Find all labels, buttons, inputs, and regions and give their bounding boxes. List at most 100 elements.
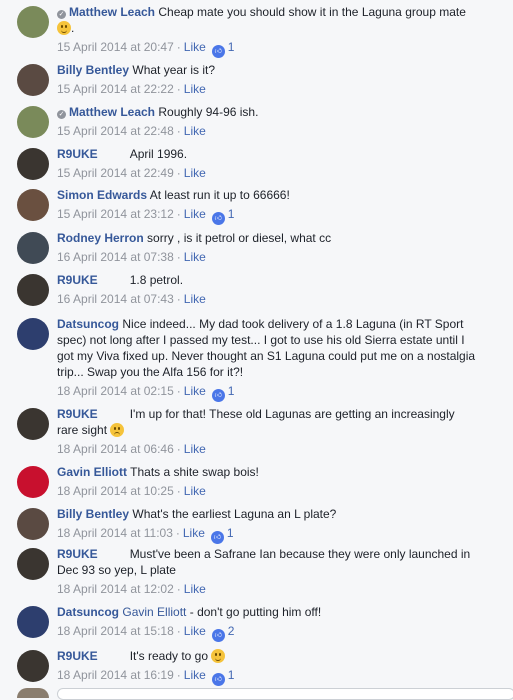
like-count[interactable]: 1 xyxy=(228,668,235,682)
like-button[interactable]: Like xyxy=(184,624,206,638)
commenter-avatar[interactable] xyxy=(17,106,49,138)
like-button[interactable]: Like xyxy=(184,484,206,498)
commenter-avatar[interactable] xyxy=(17,189,49,221)
comment-timestamp[interactable]: 15 April 2014 at 22:49 xyxy=(57,166,174,180)
comment-timestamp[interactable]: 16 April 2014 at 07:38 xyxy=(57,250,174,264)
separator-dot: · xyxy=(176,166,181,180)
like-count[interactable]: 1 xyxy=(228,207,235,221)
like-button[interactable]: Like xyxy=(184,124,206,138)
like-button[interactable]: Like xyxy=(184,207,206,221)
like-button[interactable]: Like xyxy=(184,40,206,54)
comment-meta: 16 April 2014 at 07:38 · Like xyxy=(57,250,477,264)
verified-icon: ✓ xyxy=(57,10,66,19)
thumbs-up-icon[interactable]: 👍︎ xyxy=(211,629,225,642)
smile-emoji-icon xyxy=(211,649,226,663)
commenter-name[interactable]: Rodney Herron xyxy=(57,231,144,245)
commenter-name[interactable]: Simon Edwards xyxy=(57,188,147,202)
like-button[interactable]: Like xyxy=(184,292,206,306)
commenter-avatar[interactable] xyxy=(17,318,49,350)
commenter-avatar[interactable] xyxy=(17,6,49,38)
comment-timestamp[interactable]: 18 April 2014 at 12:02 xyxy=(57,582,174,596)
commenter-avatar[interactable] xyxy=(17,466,49,498)
comment-meta: 18 April 2014 at 12:02 · Like xyxy=(57,582,477,596)
commenter-name[interactable]: Datsuncog xyxy=(57,317,119,331)
comment-timestamp[interactable]: 15 April 2014 at 23:12 xyxy=(57,207,174,221)
comment-body: Datsuncog Gavin Elliott - don't go putti… xyxy=(57,604,477,642)
thumbs-up-icon[interactable]: 👍︎ xyxy=(210,531,224,544)
comment-meta: 15 April 2014 at 22:22 · Like xyxy=(57,82,477,96)
commenter-avatar[interactable] xyxy=(17,408,49,440)
comment-text: Nice indeed... My dad took delivery of a… xyxy=(57,317,476,379)
like-button[interactable]: Like xyxy=(184,166,206,180)
comment-text: Thats a shite swap bois! xyxy=(130,465,259,479)
commenter-name[interactable]: Matthew Leach xyxy=(69,105,155,119)
commenter-avatar[interactable] xyxy=(17,148,49,180)
thumbs-up-icon[interactable]: 👍︎ xyxy=(211,673,225,686)
commenter-avatar[interactable] xyxy=(17,650,49,682)
like-button[interactable]: Like xyxy=(184,442,206,456)
comment-text: sorry , is it petrol or diesel, what cc xyxy=(147,231,332,245)
like-button[interactable]: Like xyxy=(184,82,206,96)
comment-meta: 15 April 2014 at 20:47 · Like 👍︎ 1 xyxy=(57,40,477,58)
thumbs-up-icon[interactable]: 👍︎ xyxy=(211,212,225,225)
tagged-person-link[interactable]: Gavin Elliott xyxy=(122,605,186,619)
comment-text-block: Billy Bentley What year is it? xyxy=(57,62,477,78)
commenter-name[interactable]: Gavin Elliott xyxy=(57,465,127,479)
comment-text-block: Rodney Herron sorry , is it petrol or di… xyxy=(57,230,477,246)
comment-text: At least run it up to 66666! xyxy=(149,188,290,202)
separator-dot: · xyxy=(175,526,180,540)
comment-text: Cheap mate you should show it in the Lag… xyxy=(158,5,466,19)
like-button[interactable]: Like xyxy=(184,582,206,596)
comment-timestamp[interactable]: 15 April 2014 at 22:48 xyxy=(57,124,174,138)
commenter-name[interactable]: R9UKE xyxy=(57,147,98,161)
commenter-name[interactable]: R9UKE xyxy=(57,407,98,421)
thumbs-up-icon[interactable]: 👍︎ xyxy=(211,45,225,58)
like-count[interactable]: 1 xyxy=(228,384,235,398)
comment-text: April 1996. xyxy=(129,147,188,161)
commenter-avatar[interactable] xyxy=(17,64,49,96)
commenter-name[interactable]: Billy Bentley xyxy=(57,507,129,521)
comment-timestamp[interactable]: 18 April 2014 at 10:25 xyxy=(57,484,174,498)
comment-timestamp[interactable]: 15 April 2014 at 20:47 xyxy=(57,40,174,54)
commenter-avatar[interactable] xyxy=(17,548,49,580)
commenter-name[interactable]: Billy Bentley xyxy=(57,63,129,77)
commenter-avatar[interactable] xyxy=(17,232,49,264)
separator-dot: · xyxy=(176,207,181,221)
commenter-name[interactable]: R9UKE xyxy=(57,649,98,663)
comment-text-block: Datsuncog Nice indeed... My dad took del… xyxy=(57,316,477,380)
separator-dot: · xyxy=(176,582,181,596)
like-count[interactable]: 2 xyxy=(228,624,235,638)
like-button[interactable]: Like xyxy=(184,250,206,264)
comment-timestamp[interactable]: 18 April 2014 at 16:19 xyxy=(57,668,174,682)
separator-dot: · xyxy=(176,40,181,54)
comment-text-block: Billy Bentley What's the earliest Laguna… xyxy=(57,506,477,522)
comment-timestamp[interactable]: 18 April 2014 at 06:46 xyxy=(57,442,174,456)
write-comment-input[interactable] xyxy=(57,688,513,700)
commenter-name[interactable]: Matthew Leach xyxy=(69,5,155,19)
comment-timestamp[interactable]: 18 April 2014 at 11:03 xyxy=(57,526,173,540)
comment-timestamp[interactable]: 16 April 2014 at 07:43 xyxy=(57,292,174,306)
commenter-name[interactable]: R9UKE xyxy=(57,273,98,287)
comment-body: R9UKE Must've been a Safrane Ian because … xyxy=(57,546,477,596)
comment-timestamp[interactable]: 15 April 2014 at 22:22 xyxy=(57,82,174,96)
separator-dot: · xyxy=(176,292,181,306)
comment-text: What's the earliest Laguna an L plate? xyxy=(132,507,337,521)
current-user-avatar xyxy=(17,688,49,698)
like-count[interactable]: 1 xyxy=(228,40,235,54)
comment-meta: 18 April 2014 at 06:46 · Like xyxy=(57,442,477,456)
commenter-avatar[interactable] xyxy=(17,274,49,306)
comment-meta: 16 April 2014 at 07:43 · Like xyxy=(57,292,477,306)
commenter-name[interactable]: R9UKE xyxy=(57,547,98,561)
like-button[interactable]: Like xyxy=(183,526,205,540)
commenter-avatar[interactable] xyxy=(17,606,49,638)
like-count[interactable]: 1 xyxy=(227,526,234,540)
thumbs-up-icon[interactable]: 👍︎ xyxy=(211,389,225,402)
comment-timestamp[interactable]: 18 April 2014 at 15:18 xyxy=(57,624,174,638)
commenter-name[interactable]: Datsuncog xyxy=(57,605,119,619)
separator-dot: · xyxy=(176,384,181,398)
comment-body: Billy Bentley What year is it? 15 April 2… xyxy=(57,62,477,96)
like-button[interactable]: Like xyxy=(184,668,206,682)
comment-timestamp[interactable]: 18 April 2014 at 02:15 xyxy=(57,384,174,398)
like-button[interactable]: Like xyxy=(184,384,206,398)
commenter-avatar[interactable] xyxy=(17,508,49,540)
